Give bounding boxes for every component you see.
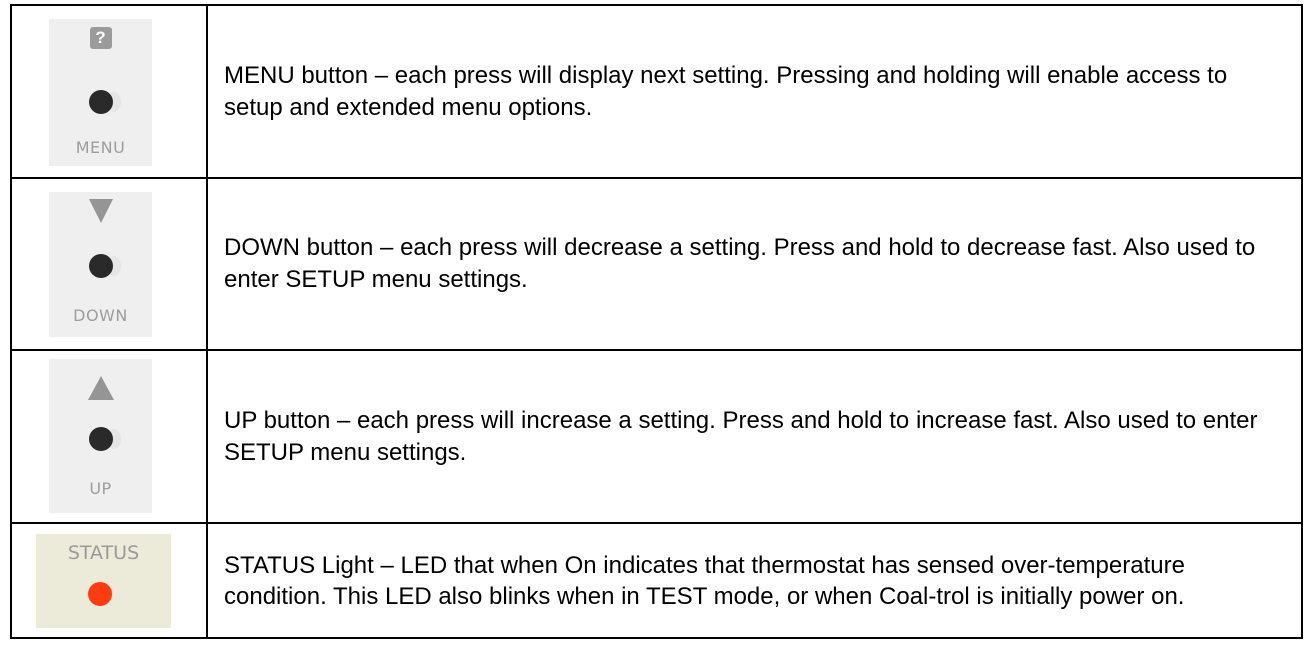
menu-description: MENU button – each press will display ne… <box>206 4 1303 179</box>
menu-button-image-cell: ? MENU <box>10 4 208 179</box>
down-button-image-cell: DOWN <box>10 177 208 351</box>
up-button-image-cell: UP <box>10 349 208 524</box>
menu-button-panel: ? MENU <box>49 19 152 166</box>
question-icon: ? <box>89 27 112 49</box>
down-panel-label: DOWN <box>73 306 128 325</box>
up-button-panel: UP <box>49 359 152 513</box>
up-description: UP button – each press will increase a s… <box>206 349 1303 524</box>
menu-panel-label: MENU <box>75 138 126 157</box>
table-row: STATUS STATUS Light – LED that when On i… <box>10 522 1303 639</box>
table-row: DOWN DOWN button – each press will decre… <box>10 177 1303 351</box>
status-panel-label: STATUS <box>67 542 140 564</box>
status-light-panel: STATUS <box>36 534 171 628</box>
table-row: UP UP button – each press will increase … <box>10 349 1303 524</box>
status-led-icon <box>88 582 112 606</box>
down-button-dot <box>88 254 121 278</box>
status-light-image-cell: STATUS <box>10 522 208 639</box>
up-triangle-icon <box>87 376 114 400</box>
up-button-dot <box>88 427 121 451</box>
menu-button-dot <box>88 90 121 114</box>
up-panel-label: UP <box>89 479 112 498</box>
down-button-panel: DOWN <box>49 192 152 337</box>
down-description: DOWN button – each press will decrease a… <box>206 177 1303 351</box>
button-legend-table: ? MENU MENU button – each press will dis… <box>10 4 1303 639</box>
down-triangle-icon <box>88 199 113 223</box>
status-description: STATUS Light – LED that when On indicate… <box>206 522 1303 639</box>
table-row: ? MENU MENU button – each press will dis… <box>10 4 1303 179</box>
